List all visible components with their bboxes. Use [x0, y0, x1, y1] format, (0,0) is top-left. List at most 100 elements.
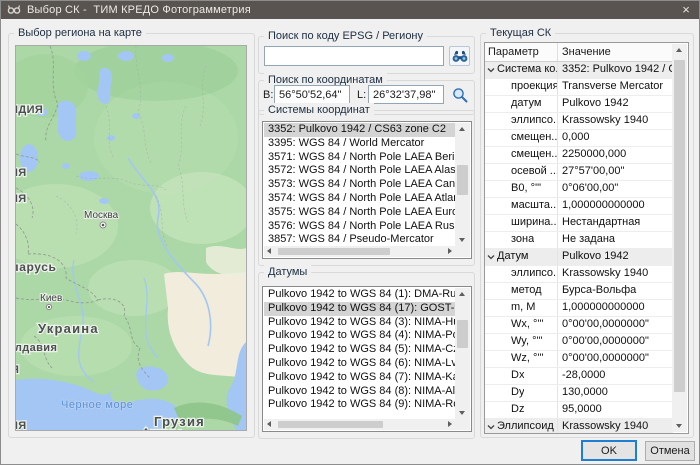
list-item[interactable]: Pulkovo 1942 to WGS 84 (5): NIMA-Cze	[264, 343, 455, 357]
tree-row[interactable]: Wz, °'" 0°00'00,0000000"	[485, 351, 673, 368]
param-value: 0°06'00,00"	[558, 181, 673, 197]
systems-listbox[interactable]: 3352: Pulkovo 1942 / CS63 zone C23395: W…	[262, 121, 472, 259]
tree-row[interactable]: Dy130,0000	[485, 385, 673, 402]
list-item[interactable]: 3573: WGS 84 / North Pole LAEA Canada	[264, 178, 455, 192]
param-name: Датум	[497, 249, 528, 265]
tree-row[interactable]: Система ко...3352: Pulkovo 1942 / CS63 .…	[485, 62, 673, 79]
tree-row[interactable]: Dx-28,0000	[485, 368, 673, 385]
tree-row[interactable]: Dz95,0000	[485, 402, 673, 419]
param-name: Wx, °'"	[511, 317, 543, 333]
latitude-input[interactable]	[274, 85, 350, 104]
vertical-scrollbar[interactable]	[672, 44, 687, 432]
param-name: датум	[511, 96, 541, 112]
column-header-param[interactable]: Параметр	[485, 43, 558, 61]
scroll-up-button[interactable]	[455, 123, 470, 136]
tree-row[interactable]: проекцияTransverse Mercator	[485, 79, 673, 96]
param-name: Эллипсоид	[497, 419, 554, 433]
param-value: Бурса-Вольфа	[558, 283, 673, 299]
tree-row[interactable]: Датум Pulkovo 1942	[485, 249, 673, 266]
close-button[interactable]: ×	[672, 0, 700, 19]
param-value: 1,000000000000	[558, 300, 673, 316]
list-item[interactable]: Pulkovo 1942 to WGS 84 (6): NIMA-Lva	[264, 357, 455, 371]
vertical-scrollbar[interactable]	[455, 288, 470, 430]
tree-row[interactable]: датум Pulkovo 1942	[485, 96, 673, 113]
list-item[interactable]: 3574: WGS 84 / North Pole LAEA Atlantic	[264, 192, 455, 206]
scroll-right-button[interactable]	[443, 419, 455, 430]
list-item[interactable]: 3572: WGS 84 / North Pole LAEA Alaska	[264, 164, 455, 178]
tree-row[interactable]: Wx, °'"0°00'00,0000000"	[485, 317, 673, 334]
coord-search-button[interactable]	[450, 85, 470, 104]
scroll-right-button[interactable]	[443, 246, 455, 257]
list-item[interactable]: Pulkovo 1942 to WGS 84 (17): GOST-Rus	[264, 302, 455, 316]
tree-row[interactable]: ширина...Нестандартная	[485, 215, 673, 232]
list-item[interactable]: 3395: WGS 84 / World Mercator	[264, 137, 455, 151]
param-value: Pulkovo 1942	[558, 249, 673, 265]
epsg-search-input[interactable]	[264, 46, 444, 66]
param-cell: Система ко...	[485, 62, 558, 78]
ok-button[interactable]: OK	[581, 440, 637, 461]
chevron-down-icon[interactable]	[485, 249, 497, 265]
scrollbar-thumb[interactable]	[457, 165, 468, 195]
list-item[interactable]: 3575: WGS 84 / North Pole LAEA Europe	[264, 206, 455, 220]
list-item[interactable]: 3352: Pulkovo 1942 / CS63 zone C2	[264, 123, 455, 137]
list-item[interactable]: Pulkovo 1942 to WGS 84 (8): NIMA-Alb	[264, 385, 455, 399]
list-item[interactable]: Pulkovo 1942 to WGS 84 (4): NIMA-Pol	[264, 329, 455, 343]
scroll-down-button[interactable]	[672, 419, 687, 432]
list-item[interactable]: 3576: WGS 84 / North Pole LAEA Russia	[264, 220, 455, 234]
region-map[interactable]: НДИЯ ИЯ ИЯ Москва ларусь Киев Украина ол…	[15, 45, 247, 431]
scrollbar-thumb[interactable]	[278, 248, 390, 255]
param-value: Pulkovo 1942	[558, 96, 673, 112]
tree-row[interactable]: эллипсо...Krassowsky 1940	[485, 266, 673, 283]
tree-row[interactable]: эллипсо...Krassowsky 1940	[485, 113, 673, 130]
scrollbar-thumb[interactable]	[674, 60, 685, 392]
tree-row[interactable]: методБурса-Вольфа	[485, 283, 673, 300]
scroll-down-button[interactable]	[455, 233, 470, 246]
scroll-left-button[interactable]	[264, 419, 276, 430]
tree-row[interactable]: m, M1,000000000000	[485, 300, 673, 317]
scroll-up-button[interactable]	[672, 44, 687, 57]
param-value: 0°00'00,0000000"	[558, 351, 673, 367]
parameters-table[interactable]: Параметр Значение Система ко...3352: Pul…	[484, 42, 689, 434]
scrollbar-thumb[interactable]	[457, 320, 468, 348]
list-item[interactable]: Pulkovo 1942 to WGS 84 (3): NIMA-Hun	[264, 316, 455, 330]
epsg-search-button[interactable]	[449, 46, 470, 66]
l-field-label: L:	[357, 89, 366, 101]
list-item[interactable]: Pulkovo 1942 to WGS 84 (9): NIMA-Rom	[264, 398, 455, 412]
param-name: Wz, °'"	[511, 351, 543, 367]
list-item[interactable]: Pulkovo 1942 to WGS 84 (1): DMA-Rus	[264, 288, 455, 302]
param-cell: эллипсо...	[485, 266, 558, 282]
cancel-button[interactable]: Отмена	[645, 441, 695, 461]
table-header: Параметр Значение	[485, 43, 673, 62]
list-item[interactable]: 3857: WGS 84 / Pseudo-Mercator	[264, 233, 455, 246]
param-cell: m, M	[485, 300, 558, 316]
param-value: 0,000	[558, 130, 673, 146]
param-name: Dz	[511, 402, 524, 418]
column-header-value[interactable]: Значение	[558, 43, 673, 61]
longitude-input[interactable]	[368, 85, 444, 104]
list-item[interactable]: Pulkovo 1942 to WGS 84 (7): NIMA-Kaz	[264, 371, 455, 385]
scroll-down-button[interactable]	[455, 406, 470, 419]
map-group-label: Выбор региона на карте	[14, 26, 146, 40]
scroll-up-button[interactable]	[455, 288, 470, 301]
tree-row[interactable]: осевой ...27°57'00,00"	[485, 164, 673, 181]
datums-label: Датумы	[264, 265, 311, 279]
param-name: смещен...	[511, 147, 557, 163]
chevron-down-icon[interactable]	[485, 419, 497, 433]
tree-row[interactable]: масшта...1,000000000000	[485, 198, 673, 215]
tree-row[interactable]: зонаНе задана	[485, 232, 673, 249]
datums-listbox[interactable]: Pulkovo 1942 to WGS 84 (1): DMA-RusPulko…	[262, 286, 472, 432]
tree-row[interactable]: Wy, °'"0°00'00,0000000"	[485, 334, 673, 351]
tree-row[interactable]: ЭллипсоидKrassowsky 1940	[485, 419, 673, 433]
chevron-down-icon[interactable]	[485, 62, 497, 78]
scroll-left-button[interactable]	[264, 246, 276, 257]
scrollbar-thumb[interactable]	[278, 421, 383, 428]
list-item[interactable]: 3571: WGS 84 / North Pole LAEA Bering Se…	[264, 151, 455, 165]
horizontal-scrollbar[interactable]	[264, 246, 455, 257]
tree-row[interactable]: B0, °'" 0°06'00,00"	[485, 181, 673, 198]
b-field-label: B:	[263, 89, 273, 101]
tree-row[interactable]: смещен...2250000,000	[485, 147, 673, 164]
tree-row[interactable]: смещен...0,000	[485, 130, 673, 147]
vertical-scrollbar[interactable]	[455, 123, 470, 257]
horizontal-scrollbar[interactable]	[264, 419, 455, 430]
param-name: B0, °'"	[511, 181, 541, 197]
